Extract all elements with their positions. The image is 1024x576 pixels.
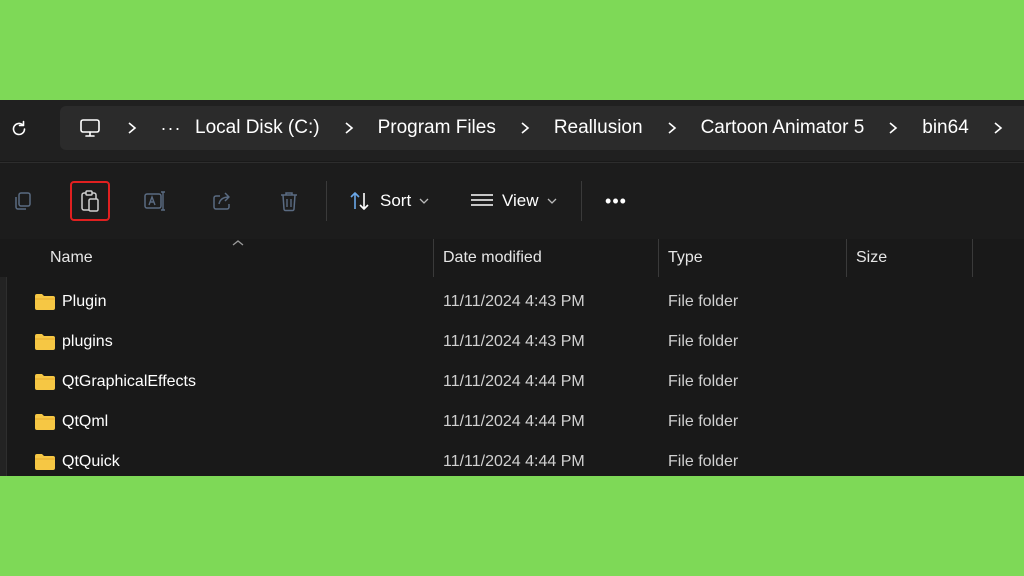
toolbar-divider	[581, 181, 582, 221]
chevron-right-icon[interactable]	[325, 121, 373, 135]
toolbar-divider	[326, 181, 327, 221]
folder-icon	[35, 454, 55, 470]
breadcrumb-bin64[interactable]: bin64	[917, 117, 974, 139]
delete-button[interactable]	[270, 182, 308, 220]
name-cell: plugins	[34, 322, 113, 362]
file-explorer-window: ··· Local Disk (C:) Program Files Reallu…	[0, 100, 1024, 476]
share-icon	[213, 192, 230, 210]
column-type[interactable]: Type	[668, 239, 703, 277]
column-date-modified[interactable]: Date modified	[443, 239, 542, 277]
name-cell: QtGraphicalEffects	[34, 362, 196, 402]
chevron-right-icon[interactable]	[869, 121, 917, 135]
refresh-icon	[12, 120, 26, 136]
delete-icon	[281, 192, 297, 212]
file-row[interactable]: plugins 11/11/2024 4:43 PM File folder	[0, 322, 1024, 362]
chevron-down-icon	[547, 198, 557, 204]
chevron-right-icon[interactable]	[501, 121, 549, 135]
column-divider[interactable]	[658, 239, 659, 277]
view-list-icon	[471, 194, 493, 206]
date-cell: 11/11/2024 4:44 PM	[443, 413, 585, 430]
more-options-button[interactable]: •••	[600, 182, 632, 220]
file-row[interactable]: QtQuick 11/11/2024 4:44 PM File folder	[0, 442, 1024, 476]
file-row[interactable]: QtQml 11/11/2024 4:44 PM File folder	[0, 402, 1024, 442]
name-cell: QtQml	[34, 402, 108, 442]
name-cell: Plugin	[34, 282, 106, 322]
column-name[interactable]: Name	[50, 239, 93, 277]
column-size[interactable]: Size	[856, 239, 887, 277]
copy-button[interactable]	[4, 182, 42, 220]
folder-icon	[35, 414, 55, 430]
command-bar: Sort View •••	[0, 162, 1024, 240]
breadcrumb-local-disk[interactable]: Local Disk (C:)	[190, 117, 325, 139]
copy-icon	[15, 192, 31, 210]
address-bar[interactable]: ··· Local Disk (C:) Program Files Reallu…	[60, 106, 1024, 150]
type-cell: File folder	[668, 413, 739, 430]
address-row: ··· Local Disk (C:) Program Files Reallu…	[0, 100, 1024, 161]
breadcrumb-reallusion[interactable]: Reallusion	[549, 117, 648, 139]
type-cell: File folder	[668, 373, 739, 390]
type-cell: File folder	[668, 333, 739, 350]
chevron-right-icon[interactable]	[974, 121, 1022, 135]
file-name: QtQuick	[62, 453, 120, 470]
paste-icon	[81, 190, 99, 212]
column-divider[interactable]	[433, 239, 434, 277]
rename-icon	[144, 191, 165, 211]
view-label: View	[502, 191, 539, 210]
breadcrumb-overflow[interactable]: ···	[156, 118, 186, 139]
file-list: Plugin 11/11/2024 4:43 PM File folder pl…	[0, 282, 1024, 476]
breadcrumb-cartoon-animator[interactable]: Cartoon Animator 5	[696, 117, 870, 139]
folder-icon	[35, 294, 55, 310]
type-cell: File folder	[668, 293, 739, 310]
view-button[interactable]: View	[470, 182, 557, 220]
date-cell: 11/11/2024 4:43 PM	[443, 293, 585, 310]
this-pc-button[interactable]	[72, 117, 108, 139]
chevron-down-icon	[419, 198, 429, 204]
date-cell: 11/11/2024 4:44 PM	[443, 453, 585, 470]
date-cell: 11/11/2024 4:44 PM	[443, 373, 585, 390]
sort-ascending-icon	[232, 240, 244, 246]
file-name: QtGraphicalEffects	[62, 373, 196, 390]
sort-label: Sort	[380, 191, 412, 210]
rename-button[interactable]	[136, 182, 174, 220]
chevron-right-icon[interactable]	[108, 121, 156, 135]
breadcrumb-program-files[interactable]: Program Files	[373, 117, 501, 139]
column-divider[interactable]	[846, 239, 847, 277]
file-row[interactable]: QtGraphicalEffects 11/11/2024 4:44 PM Fi…	[0, 362, 1024, 402]
chevron-right-icon[interactable]	[648, 121, 696, 135]
paste-button[interactable]	[70, 181, 110, 221]
monitor-icon	[80, 119, 100, 137]
column-header-row: Name Date modified Type Size	[0, 239, 1024, 277]
refresh-button[interactable]	[4, 114, 34, 144]
file-name: plugins	[62, 333, 113, 350]
share-button[interactable]	[203, 182, 241, 220]
sort-button[interactable]: Sort	[348, 182, 429, 220]
file-name: Plugin	[62, 293, 107, 310]
name-cell: QtQuick	[34, 442, 120, 476]
sort-icon	[350, 192, 369, 210]
column-divider[interactable]	[972, 239, 973, 277]
file-name: QtQml	[62, 413, 109, 430]
type-cell: File folder	[668, 453, 739, 470]
folder-icon	[35, 374, 55, 390]
date-cell: 11/11/2024 4:43 PM	[443, 333, 585, 350]
folder-icon	[35, 334, 55, 350]
file-row[interactable]: Plugin 11/11/2024 4:43 PM File folder	[0, 282, 1024, 322]
